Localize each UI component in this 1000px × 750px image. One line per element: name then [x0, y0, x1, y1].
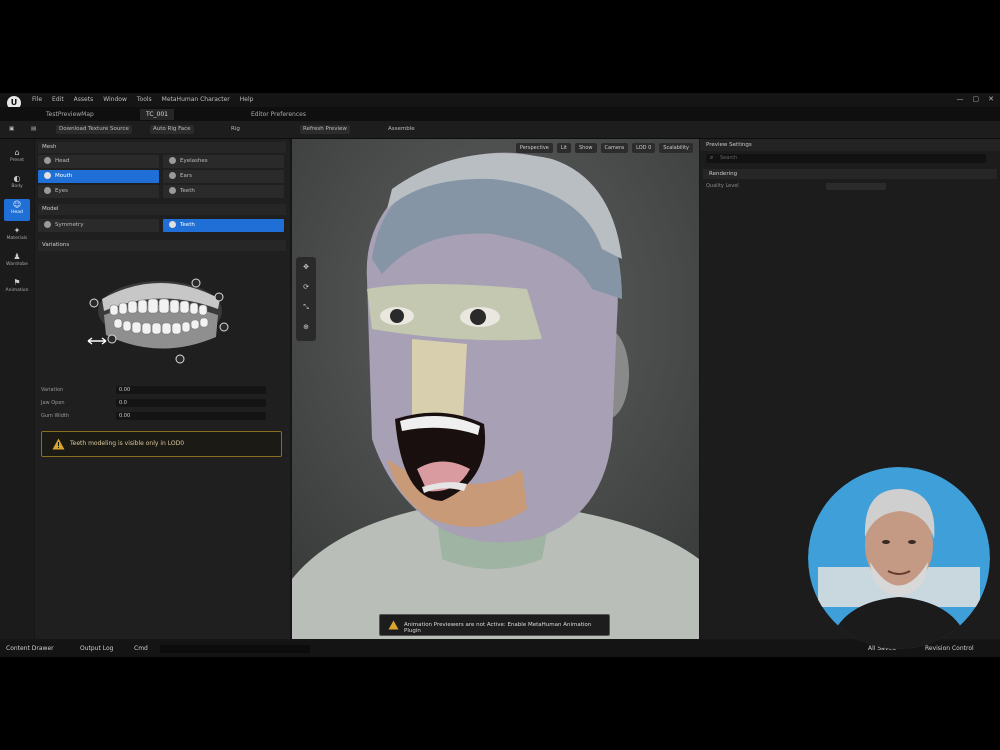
quality-level-row: Quality Level: [706, 183, 896, 191]
option-mouth[interactable]: Mouth: [38, 170, 159, 183]
camera-button[interactable]: Camera: [600, 143, 629, 153]
section-mesh[interactable]: Mesh: [38, 142, 286, 153]
option-eyelashes[interactable]: Eyelashes: [163, 155, 284, 168]
revision-control-button[interactable]: Revision Control: [925, 645, 974, 652]
pivot-tool-icon[interactable]: ⊕: [296, 317, 316, 337]
prop-jaw-open: Jaw Open 0.0: [41, 399, 281, 408]
head-part-icon: [44, 157, 51, 164]
scalability-button[interactable]: Scalability: [659, 143, 693, 153]
animation-icon: ⚑: [13, 278, 21, 287]
status-bar: Content Drawer Output Log Cmd All Saved …: [0, 641, 1000, 657]
tab-editor-preferences[interactable]: Editor Preferences: [245, 109, 312, 120]
main-menu: File Edit Assets Window Tools MetaHuman …: [32, 96, 253, 103]
preset-icon: ⌂: [14, 148, 20, 157]
menu-edit[interactable]: Edit: [52, 96, 64, 103]
show-button[interactable]: Show: [575, 143, 597, 153]
prop-gum-width: Gum Width 0.00: [41, 412, 281, 421]
eyes-part-icon: [44, 187, 51, 194]
warning-icon: [52, 438, 65, 450]
rail-animation[interactable]: ⚑ Animation: [4, 277, 30, 299]
cmd-button[interactable]: Cmd: [134, 645, 148, 652]
console-input[interactable]: [160, 645, 310, 653]
ears-part-icon: [169, 172, 176, 179]
lit-button[interactable]: Lit: [556, 143, 571, 153]
prop-variation: Variation 0.00: [41, 386, 281, 395]
head-icon: ☺: [12, 200, 22, 209]
section-model[interactable]: Model: [38, 204, 286, 215]
notification-warning-icon: [388, 620, 399, 630]
output-log-button[interactable]: Output Log: [80, 645, 113, 652]
parts-panel: Mesh Head Eyelashes Mouth Ears Eyes Teet…: [35, 139, 290, 639]
tab-testpreviewmap[interactable]: TestPreviewMap: [40, 109, 100, 120]
close-button[interactable]: ✕: [988, 95, 994, 103]
menu-help[interactable]: Help: [240, 96, 254, 103]
section-rendering[interactable]: Rendering: [703, 169, 997, 179]
lod-button[interactable]: LOD 0: [632, 143, 656, 153]
rail-materials[interactable]: ✦ Materials: [4, 225, 30, 247]
rail-body[interactable]: ◐ Body: [4, 173, 30, 195]
window-controls: — ▢ ✕: [957, 95, 995, 103]
tab-bar: TestPreviewMap TC_001 Editor Preferences: [0, 107, 1000, 121]
teeth-preview[interactable]: [80, 269, 230, 369]
option-ears[interactable]: Ears: [163, 170, 284, 183]
menu-file[interactable]: File: [32, 96, 42, 103]
auto-rig-button[interactable]: Auto Rig Face: [150, 125, 194, 134]
teeth-model-icon: [169, 221, 176, 228]
variation-field[interactable]: 0.00: [116, 386, 266, 394]
maximize-button[interactable]: ▢: [973, 95, 980, 103]
settings-search-input[interactable]: ⌕ Search: [706, 154, 986, 163]
mouth-part-icon: [44, 172, 51, 179]
option-teeth-model[interactable]: Teeth: [163, 219, 284, 232]
eyelashes-part-icon: [169, 157, 176, 164]
scale-tool-icon[interactable]: ⤡: [296, 297, 316, 317]
teeth-part-icon: [169, 187, 176, 194]
animation-plugin-notification: Animation Previewers are not Active: Ena…: [379, 614, 610, 636]
category-rail: ⌂ Preset ◐ Body ☺ Head ✦ Materials ♟ Wardrobe…: [0, 139, 34, 639]
toolbar: ▣ ▤ Download Texture Source Auto Rig Fac…: [0, 121, 1000, 139]
save-icon[interactable]: ▣: [6, 125, 17, 134]
assemble-button[interactable]: Assemble: [385, 125, 418, 134]
browse-icon[interactable]: ▤: [28, 125, 39, 134]
download-texture-button[interactable]: Download Texture Source: [56, 125, 132, 134]
move-tool-icon[interactable]: ✥: [296, 257, 316, 277]
menu-tools[interactable]: Tools: [137, 96, 152, 103]
rail-head[interactable]: ☺ Head: [4, 199, 30, 221]
3d-viewport[interactable]: Perspective Lit Show Camera LOD 0 Scalab…: [292, 139, 699, 639]
rail-wardrobe[interactable]: ♟ Wardrobe: [4, 251, 30, 273]
wardrobe-icon: ♟: [13, 252, 21, 261]
menu-window[interactable]: Window: [103, 96, 127, 103]
preview-settings-title[interactable]: Preview Settings: [700, 139, 1000, 151]
option-teeth[interactable]: Teeth: [163, 185, 284, 198]
menu-metahuman[interactable]: MetaHuman Character: [162, 96, 230, 103]
menu-assets[interactable]: Assets: [74, 96, 94, 103]
option-head[interactable]: Head: [38, 155, 159, 168]
lod-warning: Teeth modeling is visible only in LOD0: [41, 431, 282, 457]
materials-icon: ✦: [13, 226, 21, 235]
perspective-button[interactable]: Perspective: [515, 143, 553, 153]
option-symmetry[interactable]: Symmetry: [38, 219, 159, 232]
search-icon: ⌕: [710, 154, 714, 161]
transform-tools: ✥ ⟳ ⤡ ⊕: [296, 257, 316, 341]
gum-width-field[interactable]: 0.00: [116, 412, 266, 420]
section-variations[interactable]: Variations: [38, 240, 286, 251]
refresh-preview-button[interactable]: Refresh Preview: [300, 125, 350, 134]
body-icon: ◐: [13, 174, 21, 183]
rotate-tool-icon[interactable]: ⟳: [296, 277, 316, 297]
tab-tc001[interactable]: TC_001: [140, 109, 174, 120]
symmetry-icon: [44, 221, 51, 228]
menu-bar: U File Edit Assets Window Tools MetaHuma…: [0, 93, 1000, 110]
quality-level-dropdown[interactable]: [826, 183, 886, 190]
viewport-options: Perspective Lit Show Camera LOD 0 Scalab…: [515, 143, 693, 153]
minimize-button[interactable]: —: [957, 95, 964, 103]
rig-button[interactable]: Rig: [228, 125, 243, 134]
webcam-overlay: [808, 467, 990, 649]
rail-preset[interactable]: ⌂ Preset: [4, 147, 30, 169]
jaw-open-field[interactable]: 0.0: [116, 399, 266, 407]
character-render: [292, 139, 699, 639]
option-eyes[interactable]: Eyes: [38, 185, 159, 198]
content-drawer-button[interactable]: Content Drawer: [6, 645, 54, 652]
